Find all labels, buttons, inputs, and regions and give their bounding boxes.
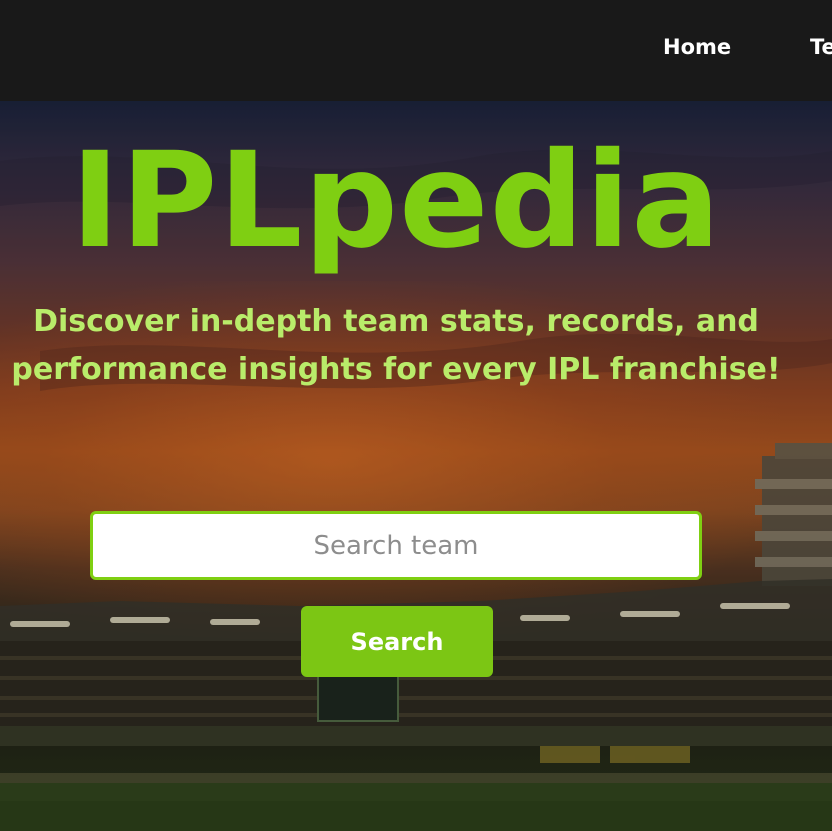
navbar: Home Te: [0, 0, 832, 101]
page: Home Te IPLpedia Discover in-depth team …: [0, 0, 832, 831]
search-input[interactable]: [90, 511, 702, 580]
nav-links: Home Te: [0, 0, 832, 101]
site-title: IPLpedia: [70, 124, 722, 278]
search-button[interactable]: Search: [301, 606, 493, 677]
tagline-line-1: Discover in-depth team stats, records, a…: [33, 304, 759, 339]
nav-link-teams[interactable]: Te: [810, 35, 832, 59]
tagline-line-2: performance insights for every IPL franc…: [11, 352, 781, 387]
nav-link-home[interactable]: Home: [663, 35, 731, 59]
tagline: Discover in-depth team stats, records, a…: [0, 298, 792, 394]
